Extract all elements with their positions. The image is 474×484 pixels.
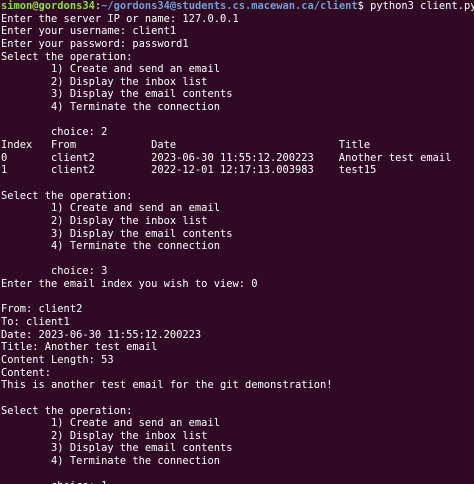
terminal-output-line: choice: 3 <box>1 265 108 278</box>
terminal-output-line: From: client2 <box>1 303 83 316</box>
terminal-output-line: This is another test email for the git d… <box>1 379 333 392</box>
terminal-output-line: 1) Create and send an email <box>1 202 220 215</box>
terminal-output-line: 3) Display the email contents <box>1 442 233 455</box>
terminal-output-line: To: client1 <box>1 316 70 329</box>
terminal-output-line: Title: Another test email <box>1 341 158 354</box>
terminal-output-line: Enter your username: client1 <box>1 25 177 38</box>
terminal-output-line: choice: 2 <box>1 126 108 139</box>
terminal-output-line: Enter your password: password1 <box>1 37 189 50</box>
terminal-window[interactable]: simon@gordons34:~/gordons34@students.cs.… <box>0 0 474 484</box>
terminal-output: Enter the server IP or name: 127.0.0.1 En… <box>1 13 474 484</box>
terminal-output-line: Index From Date Title <box>1 139 371 152</box>
terminal-output-line: 4) Terminate the connection <box>1 455 220 468</box>
terminal-output-line: 3) Display the email contents <box>1 227 233 240</box>
prompt-user-host: simon@gordons34 <box>1 0 95 12</box>
terminal-output-line: Date: 2023-06-30 11:55:12.200223 <box>1 328 202 341</box>
terminal-output-line: Content: <box>1 366 52 379</box>
terminal-output-line: Select the operation: <box>1 50 133 63</box>
terminal-output-line: 4) Terminate the connection <box>1 240 220 253</box>
terminal-output-line: Enter the email index you wish to view: … <box>1 278 258 291</box>
terminal-output-line: 2) Display the inbox list <box>1 214 208 227</box>
terminal-output-line: 4) Terminate the connection <box>1 101 220 114</box>
command-prompt-line: simon@gordons34:~/gordons34@students.cs.… <box>1 0 474 13</box>
terminal-output-line: 3) Display the email contents <box>1 88 233 101</box>
prompt-command: python3 client.py <box>363 0 474 12</box>
terminal-output-line: 2) Display the inbox list <box>1 75 208 88</box>
terminal-output-line: Select the operation: <box>1 404 133 417</box>
terminal-output-line: 1) Create and send an email <box>1 63 220 76</box>
prompt-path: ~/gordons34@students.cs.macewan.ca/clien… <box>101 0 358 12</box>
terminal-output-line: 1 client2 2022-12-01 12:17:13.003983 tes… <box>1 164 377 177</box>
terminal-output-line: 1) Create and send an email <box>1 417 220 430</box>
terminal-output-line: Select the operation: <box>1 189 133 202</box>
terminal-output-line: Enter the server IP or name: 127.0.0.1 <box>1 12 239 25</box>
terminal-output-line: choice: 1 <box>1 480 474 484</box>
terminal-output-line: 0 client2 2023-06-30 11:55:12.200223 Ano… <box>1 151 452 164</box>
terminal-output-line: Content Length: 53 <box>1 353 114 366</box>
terminal-output-line: 2) Display the inbox list <box>1 429 208 442</box>
